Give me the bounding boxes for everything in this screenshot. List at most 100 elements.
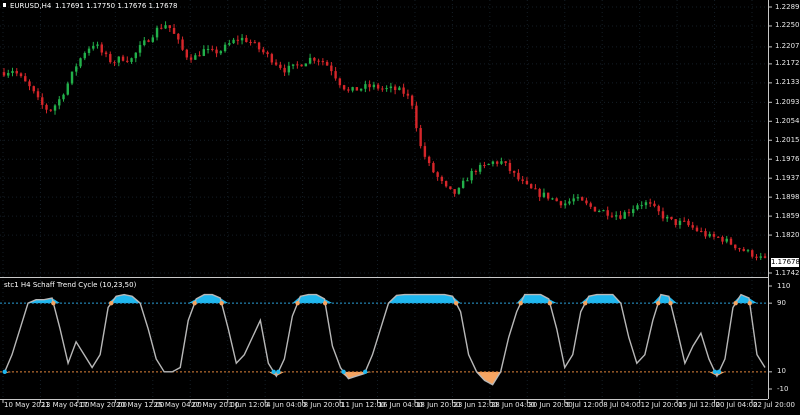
bear-candle (28, 79, 31, 91)
bear-candle (593, 206, 597, 212)
price-label: 1.18590 (775, 211, 800, 220)
bear-candle (270, 52, 274, 65)
bull-candle (563, 200, 567, 209)
bear-candle (534, 184, 537, 190)
bear-candle (49, 109, 52, 112)
bull-candle (164, 21, 167, 29)
bull-candle (636, 203, 639, 211)
bull-candle (551, 197, 554, 200)
lower-cross-dot (2, 369, 7, 375)
bear-candle (283, 64, 286, 77)
bear-candle (627, 208, 631, 217)
bear-candle (321, 58, 325, 66)
indicator-axis-label: 10 (777, 367, 786, 376)
bear-candle (546, 192, 550, 201)
bear-candle (45, 103, 48, 114)
bull-candle (746, 248, 750, 253)
bull-candle (117, 56, 120, 67)
bear-candle (393, 84, 397, 95)
upper-cross-dot (547, 300, 553, 306)
bear-candle (589, 201, 592, 210)
time-label: 4 Jun 04:00 (266, 401, 307, 409)
bear-candle (415, 101, 418, 132)
bull-candle (372, 81, 376, 90)
time-label: 12 Jul 20:00 (640, 401, 683, 409)
bull-candle (240, 34, 244, 45)
bear-candle (742, 246, 745, 252)
lower-cross-dot (271, 369, 276, 375)
bear-candle (325, 60, 329, 66)
price-label: 1.21330 (775, 78, 800, 87)
bear-candle (649, 198, 652, 208)
time-label: 8 Jun 20:00 (303, 401, 344, 409)
bear-candle (100, 42, 103, 56)
lower-cross-dot (716, 369, 722, 375)
bear-candle (2, 68, 6, 77)
bull-candle (11, 67, 14, 77)
bull-candle (640, 201, 643, 210)
price-label: 1.20540 (775, 116, 800, 125)
bear-candle (368, 80, 371, 92)
bear-candle (215, 46, 218, 58)
ohlc-quote: 1.17691 1.17750 1.17676 1.17678 (55, 2, 178, 10)
bear-candle (729, 236, 733, 246)
time-label: 15 Jul 12:00 (678, 401, 721, 409)
bear-candle (181, 36, 184, 51)
bull-candle (568, 198, 571, 206)
bear-candle (334, 67, 337, 81)
bear-candle (751, 249, 754, 259)
bear-candle (453, 189, 456, 197)
price-label: 1.19760 (775, 154, 800, 163)
terminal-chart-window[interactable]: 1.22890 1.22500 1.22070 1.21720 1.21330 1.209… (0, 0, 800, 411)
bull-candle (725, 235, 728, 244)
bull-candle (228, 39, 231, 47)
price-label: 1.22500 (775, 21, 800, 30)
bull-candle (457, 187, 461, 195)
price-label: 1.20930 (775, 97, 800, 106)
indicator-axis-label: 90 (777, 298, 786, 307)
bear-candle (474, 169, 478, 175)
price-label: 1.18980 (775, 192, 800, 201)
bull-candle (572, 194, 575, 205)
bear-candle (538, 187, 541, 202)
bear-candle (249, 39, 252, 46)
upper-cross-dot (747, 300, 752, 306)
bear-candle (274, 59, 278, 66)
time-label: 22 Jul 20:00 (753, 401, 795, 409)
bear-candle (610, 212, 614, 218)
bear-candle (521, 175, 524, 185)
bear-candle (279, 61, 282, 70)
bull-candle (92, 41, 95, 51)
bear-candle (721, 235, 724, 245)
bear-candle (517, 169, 520, 182)
bear-candle (19, 72, 23, 78)
bull-candle (232, 37, 235, 44)
bull-candle (597, 209, 601, 213)
indicator-title: stc1 H4 Schaff Trend Cycle (10,23,50) (4, 281, 137, 289)
bear-candle (695, 225, 699, 233)
bear-candle (15, 68, 18, 77)
bear-candle (338, 77, 342, 88)
bear-candle (262, 46, 265, 55)
bear-candle (109, 51, 112, 64)
bear-candle (508, 159, 512, 174)
price-label: 1.18200 (775, 230, 800, 239)
price-label: 1.22070 (775, 42, 800, 51)
stc-lower-fill (4, 371, 765, 385)
bear-candle (32, 85, 35, 94)
bull-candle (398, 85, 401, 91)
lower-cross-dot (341, 369, 346, 375)
bull-candle (96, 41, 99, 49)
bull-candle (7, 69, 10, 78)
bear-candle (317, 58, 320, 66)
time-label: 20 Jul 04:00 (715, 401, 758, 409)
chart-canvas[interactable] (0, 0, 800, 411)
bull-candle (151, 34, 154, 43)
bull-candle (615, 211, 618, 221)
bull-candle (79, 57, 82, 69)
bull-candle (130, 57, 133, 64)
bear-candle (504, 161, 507, 167)
bear-candle (670, 216, 673, 221)
bull-candle (62, 93, 65, 102)
bear-candle (444, 180, 448, 188)
